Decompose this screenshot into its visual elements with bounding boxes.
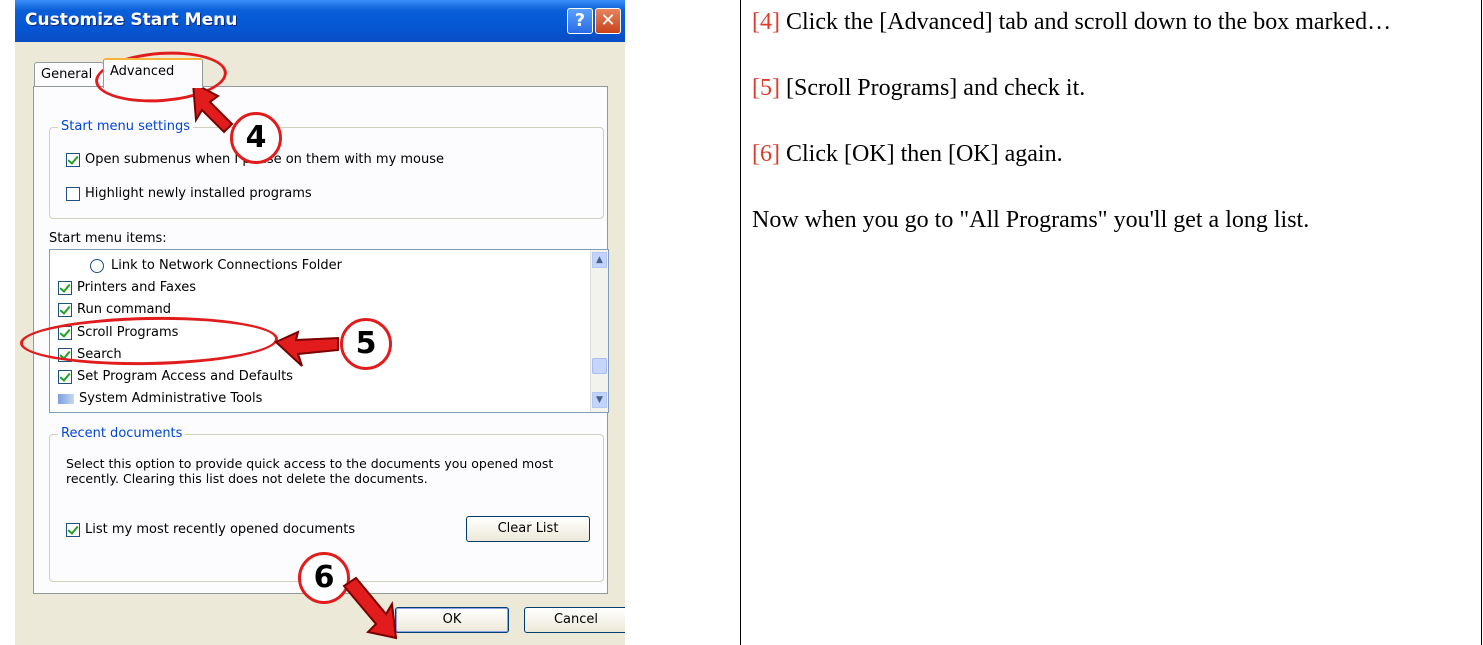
list-recent-option[interactable]: List my most recently opened documents (66, 522, 355, 537)
step-number: [4] (752, 9, 780, 35)
instruction-step-6: [6] Click [OK] then [OK] again. (752, 138, 1452, 171)
group-legend: Recent documents (58, 426, 186, 441)
step-number: [5] (752, 75, 780, 101)
scroll-thumb[interactable] (592, 358, 607, 374)
start-menu-settings-group: Start menu settings (49, 119, 604, 219)
highlight-programs-option[interactable]: Highlight newly installed programs (66, 186, 312, 201)
option-label: Highlight newly installed programs (85, 186, 312, 201)
instruction-step-4: [4] Click the [Advanced] tab and scroll … (752, 6, 1452, 39)
instruction-text: [Scroll Programs] and check it. (779, 75, 1086, 101)
item-checkbox[interactable] (58, 302, 72, 317)
help-button[interactable]: ? (567, 8, 593, 34)
admin-tools-icon (58, 393, 74, 404)
item-checkbox[interactable] (58, 369, 72, 384)
list-recent-checkbox[interactable] (66, 522, 80, 537)
tab-general[interactable]: General (34, 62, 104, 88)
step-5-arrow (274, 330, 339, 367)
list-item-label: System Administrative Tools (79, 391, 263, 406)
close-button[interactable]: ✕ (595, 8, 621, 34)
list-item-label: Run command (77, 302, 171, 317)
list-item[interactable]: System Administrative Tools (58, 391, 262, 406)
step-number: [6] (752, 141, 780, 167)
instructions-panel: [4] Click the [Advanced] tab and scroll … (752, 6, 1452, 270)
list-item[interactable]: Set Program Access and Defaults (58, 369, 293, 384)
list-scrollbar[interactable]: ▲ ▼ (590, 250, 608, 412)
group-legend: Start menu settings (58, 119, 194, 134)
list-item-label: Printers and Faxes (77, 280, 197, 295)
ok-button[interactable]: OK (395, 607, 509, 633)
recent-documents-description: Select this option to provide quick acce… (66, 456, 554, 486)
instruction-text: Click [OK] then [OK] again. (779, 141, 1063, 167)
instruction-text: Click the [Advanced] tab and scroll down… (779, 9, 1392, 35)
instruction-step-5: [5] [Scroll Programs] and check it. (752, 72, 1452, 105)
radio-button[interactable] (90, 258, 104, 273)
tab-strip: General Advanced (15, 42, 625, 88)
list-item-label: Set Program Access and Defaults (77, 369, 293, 384)
open-submenus-checkbox[interactable] (66, 152, 80, 167)
option-label: List my most recently opened documents (85, 522, 356, 537)
scroll-down-button[interactable]: ▼ (592, 392, 607, 408)
step-6-arrow (342, 576, 398, 640)
list-item[interactable]: Printers and Faxes (58, 280, 196, 295)
title-bar[interactable]: Customize Start Menu ? ✕ (15, 0, 625, 42)
list-item-label: Link to Network Connections Folder (111, 258, 342, 273)
scroll-up-button[interactable]: ▲ (592, 252, 607, 268)
clear-list-button[interactable]: Clear List (466, 516, 590, 542)
instruction-summary: Now when you go to "All Programs" you'll… (752, 207, 1310, 233)
tab-advanced[interactable]: Advanced (103, 58, 203, 88)
list-item[interactable]: Run command (58, 302, 171, 317)
cancel-button[interactable]: Cancel (524, 607, 625, 633)
start-menu-items-label: Start menu items: (49, 231, 167, 246)
item-checkbox[interactable] (58, 280, 72, 295)
step-5-badge: 5 (340, 318, 392, 370)
dialog-title: Customize Start Menu (25, 10, 238, 30)
list-item[interactable]: Link to Network Connections Folder (90, 258, 342, 273)
column-divider (740, 0, 741, 645)
step-4-arrow (191, 81, 234, 134)
highlight-programs-checkbox[interactable] (66, 186, 80, 201)
